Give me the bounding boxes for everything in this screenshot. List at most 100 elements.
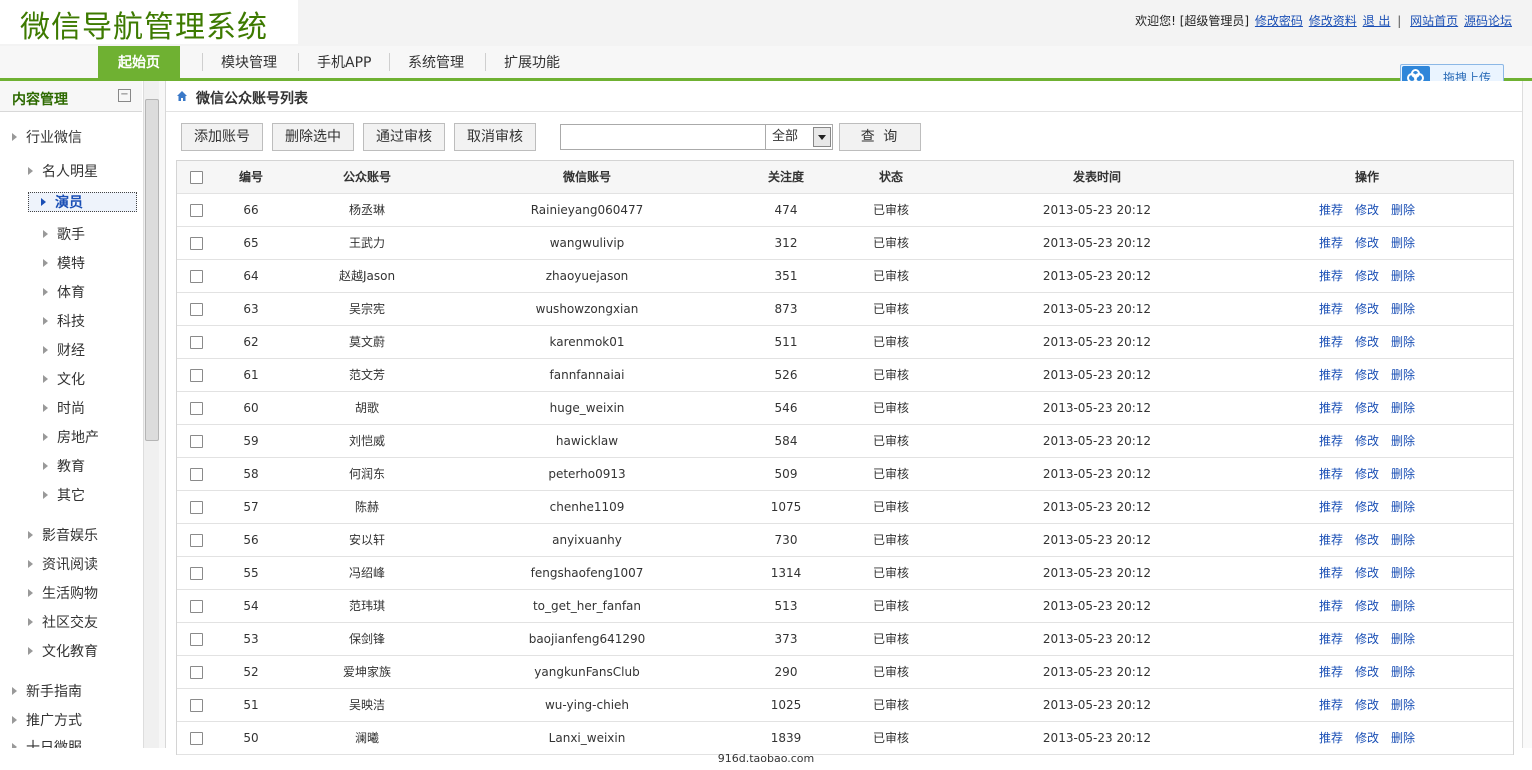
row-checkbox[interactable]: [190, 336, 203, 349]
sidebar-item-education[interactable]: 教育: [43, 456, 85, 476]
delete-link[interactable]: 删除: [1391, 467, 1415, 481]
row-checkbox[interactable]: [190, 732, 203, 745]
edit-link[interactable]: 修改: [1355, 401, 1379, 415]
recommend-link[interactable]: 推荐: [1319, 302, 1343, 316]
sidebar-scrollbar[interactable]: [143, 81, 160, 748]
sidebar-item-singer[interactable]: 歌手: [43, 224, 85, 244]
edit-link[interactable]: 修改: [1355, 335, 1379, 349]
site-home-link[interactable]: 网站首页: [1410, 14, 1458, 28]
recommend-link[interactable]: 推荐: [1319, 632, 1343, 646]
edit-link[interactable]: 修改: [1355, 698, 1379, 712]
edit-link[interactable]: 修改: [1355, 533, 1379, 547]
delete-link[interactable]: 删除: [1391, 269, 1415, 283]
recommend-link[interactable]: 推荐: [1319, 599, 1343, 613]
edit-link[interactable]: 修改: [1355, 731, 1379, 745]
edit-profile-link[interactable]: 修改资料: [1309, 14, 1357, 28]
recommend-link[interactable]: 推荐: [1319, 236, 1343, 250]
sidebar-item-realestate[interactable]: 房地产: [43, 427, 99, 447]
sidebar-item-industry[interactable]: 行业微信: [12, 127, 82, 147]
delete-link[interactable]: 删除: [1391, 500, 1415, 514]
sidebar-item-shopping[interactable]: 生活购物: [28, 583, 98, 603]
recommend-link[interactable]: 推荐: [1319, 467, 1343, 481]
delete-link[interactable]: 删除: [1391, 368, 1415, 382]
sidebar-item-culture[interactable]: 文化: [43, 369, 85, 389]
recommend-link[interactable]: 推荐: [1319, 203, 1343, 217]
recommend-link[interactable]: 推荐: [1319, 731, 1343, 745]
nav-system-manage[interactable]: 系统管理: [408, 46, 464, 78]
row-checkbox[interactable]: [190, 501, 203, 514]
search-input[interactable]: [560, 124, 766, 150]
recommend-link[interactable]: 推荐: [1319, 500, 1343, 514]
recommend-link[interactable]: 推荐: [1319, 335, 1343, 349]
sidebar-item-promotion[interactable]: 推广方式: [12, 710, 82, 730]
page-scrollbar[interactable]: [1522, 81, 1532, 748]
query-button[interactable]: 查 询: [839, 123, 921, 151]
edit-link[interactable]: 修改: [1355, 434, 1379, 448]
row-checkbox[interactable]: [190, 303, 203, 316]
nav-extensions[interactable]: 扩展功能: [504, 46, 560, 78]
select-all-checkbox[interactable]: [190, 171, 203, 184]
scrollbar-thumb[interactable]: [145, 99, 159, 441]
collapse-icon[interactable]: −: [118, 89, 131, 102]
row-checkbox[interactable]: [190, 699, 203, 712]
edit-link[interactable]: 修改: [1355, 302, 1379, 316]
sidebar-item-partial[interactable]: 十日微服: [12, 737, 82, 748]
row-checkbox[interactable]: [190, 435, 203, 448]
edit-link[interactable]: 修改: [1355, 203, 1379, 217]
delete-link[interactable]: 删除: [1391, 665, 1415, 679]
nav-home-tab[interactable]: 起始页: [98, 46, 180, 78]
sidebar-item-finance[interactable]: 财经: [43, 340, 85, 360]
delete-link[interactable]: 删除: [1391, 434, 1415, 448]
nav-mobile-app[interactable]: 手机APP: [317, 46, 371, 78]
logout-link[interactable]: 退 出: [1363, 14, 1391, 28]
status-select[interactable]: 全部: [765, 124, 833, 150]
delete-link[interactable]: 删除: [1391, 566, 1415, 580]
row-checkbox[interactable]: [190, 534, 203, 547]
sidebar-item-guide[interactable]: 新手指南: [12, 681, 82, 701]
edit-link[interactable]: 修改: [1355, 236, 1379, 250]
nav-module-manage[interactable]: 模块管理: [221, 46, 277, 78]
recommend-link[interactable]: 推荐: [1319, 698, 1343, 712]
delete-link[interactable]: 删除: [1391, 698, 1415, 712]
edit-link[interactable]: 修改: [1355, 665, 1379, 679]
change-password-link[interactable]: 修改密码: [1255, 14, 1303, 28]
sidebar-item-model[interactable]: 模特: [43, 253, 85, 273]
row-checkbox[interactable]: [190, 666, 203, 679]
recommend-link[interactable]: 推荐: [1319, 401, 1343, 415]
edit-link[interactable]: 修改: [1355, 467, 1379, 481]
row-checkbox[interactable]: [190, 270, 203, 283]
delete-selected-button[interactable]: 删除选中: [272, 123, 354, 151]
unapprove-button[interactable]: 取消审核: [454, 123, 536, 151]
edit-link[interactable]: 修改: [1355, 269, 1379, 283]
row-checkbox[interactable]: [190, 468, 203, 481]
recommend-link[interactable]: 推荐: [1319, 533, 1343, 547]
row-checkbox[interactable]: [190, 600, 203, 613]
sidebar-item-other[interactable]: 其它: [43, 485, 85, 505]
delete-link[interactable]: 删除: [1391, 236, 1415, 250]
edit-link[interactable]: 修改: [1355, 599, 1379, 613]
sidebar-item-culture-edu[interactable]: 文化教育: [28, 641, 98, 661]
row-checkbox[interactable]: [190, 567, 203, 580]
delete-link[interactable]: 删除: [1391, 401, 1415, 415]
sidebar-item-social[interactable]: 社区交友: [28, 612, 98, 632]
delete-link[interactable]: 删除: [1391, 731, 1415, 745]
edit-link[interactable]: 修改: [1355, 566, 1379, 580]
delete-link[interactable]: 删除: [1391, 335, 1415, 349]
sidebar-item-actor[interactable]: 演员: [28, 192, 137, 212]
delete-link[interactable]: 删除: [1391, 599, 1415, 613]
sidebar-item-fashion[interactable]: 时尚: [43, 398, 85, 418]
row-checkbox[interactable]: [190, 204, 203, 217]
sidebar-item-media[interactable]: 影音娱乐: [28, 525, 98, 545]
row-checkbox[interactable]: [190, 369, 203, 382]
delete-link[interactable]: 删除: [1391, 203, 1415, 217]
sidebar-item-tech[interactable]: 科技: [43, 311, 85, 331]
forum-link[interactable]: 源码论坛: [1464, 14, 1512, 28]
delete-link[interactable]: 删除: [1391, 632, 1415, 646]
sidebar-item-celebrity[interactable]: 名人明星: [28, 161, 98, 181]
sidebar-item-sports[interactable]: 体育: [43, 282, 85, 302]
delete-link[interactable]: 删除: [1391, 533, 1415, 547]
recommend-link[interactable]: 推荐: [1319, 566, 1343, 580]
row-checkbox[interactable]: [190, 402, 203, 415]
recommend-link[interactable]: 推荐: [1319, 368, 1343, 382]
edit-link[interactable]: 修改: [1355, 368, 1379, 382]
